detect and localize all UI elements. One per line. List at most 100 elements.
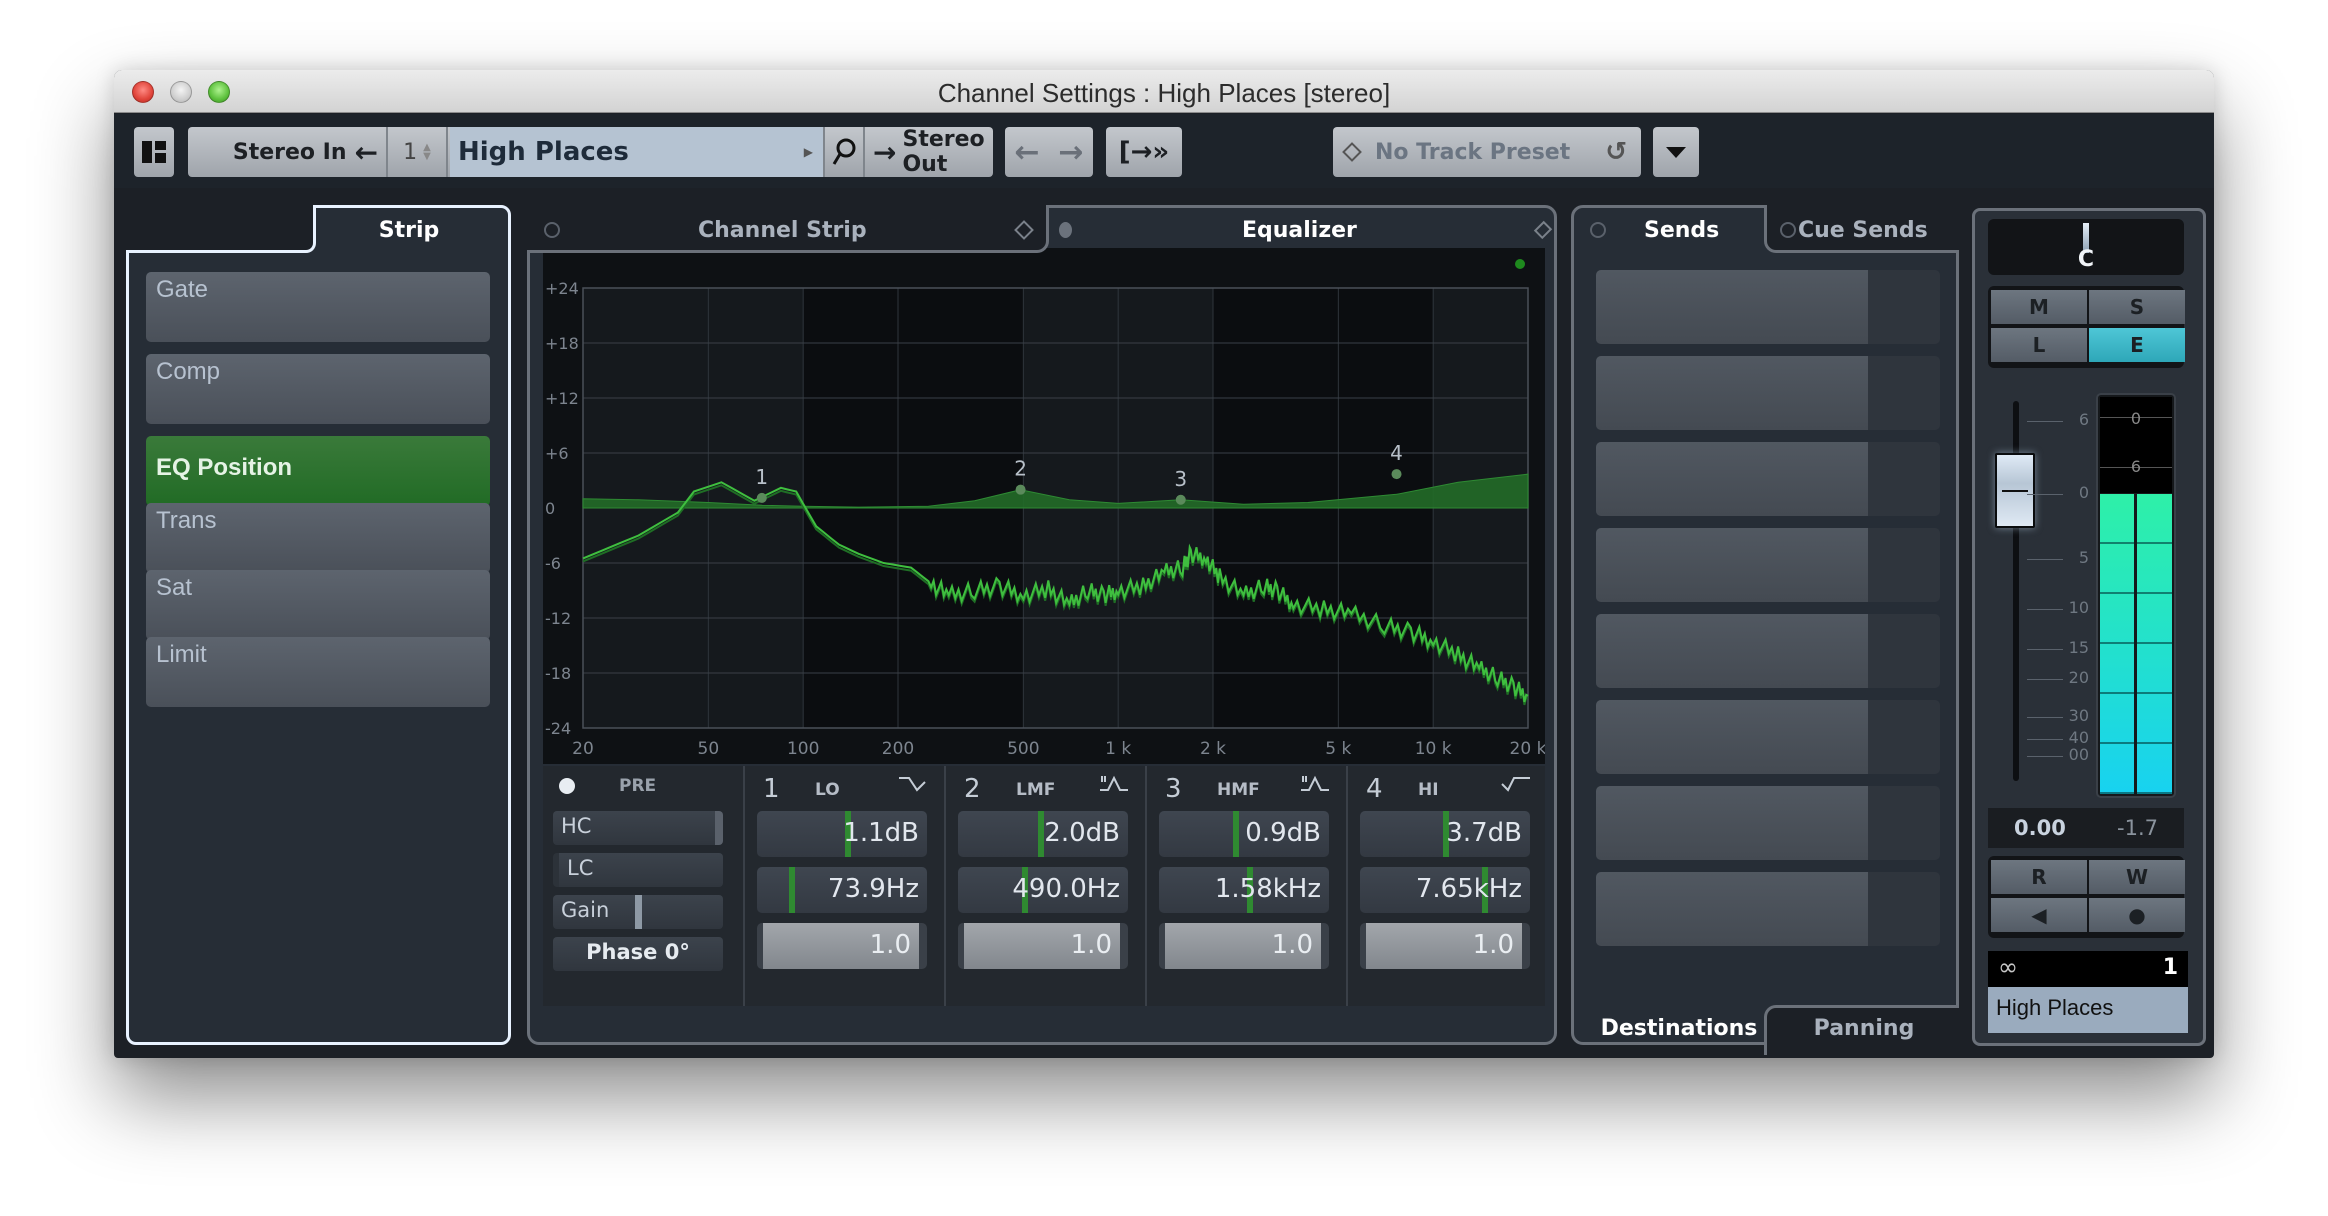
eq-point-label: 2 — [1014, 457, 1027, 481]
next-channel-button[interactable]: → — [1049, 135, 1093, 170]
pan-control[interactable]: C — [1988, 219, 2184, 275]
band-frequency-control[interactable]: 1.58kHz — [1159, 867, 1329, 913]
input-routing-selector[interactable]: Stereo In ← — [188, 127, 388, 177]
band-q-control[interactable]: 1.0 — [757, 923, 927, 969]
toolbar: Stereo In ← 1 ▲ ▼ High Places ▶ → Stereo … — [114, 114, 2214, 188]
link-icon[interactable]: ∞ — [1998, 953, 2018, 981]
edit-instrument-button[interactable]: [→» — [1106, 127, 1182, 177]
strip-slot-comp[interactable]: Comp — [146, 354, 490, 424]
preset-menu-button[interactable] — [1653, 127, 1699, 177]
bypass-sends-icon[interactable] — [1590, 222, 1606, 238]
low-cut-control[interactable]: LC — [553, 853, 723, 887]
send-slot[interactable] — [1596, 786, 1940, 860]
strip-slot-gate[interactable]: Gate — [146, 272, 490, 342]
send-slot[interactable] — [1596, 528, 1940, 602]
eq-point-label: 4 — [1390, 441, 1403, 465]
tab-equalizer[interactable]: Equalizer — [1059, 208, 1553, 252]
tab-panning[interactable]: Panning — [1769, 1008, 1959, 1048]
send-slot[interactable] — [1596, 270, 1940, 344]
activity-led — [1515, 259, 1525, 269]
eq-graph[interactable]: 20 50 100 200 500 1 k2 k5 k 10 k 20 k +24 +18 +12 +… — [543, 248, 1547, 764]
send-level-bar[interactable] — [1596, 700, 1868, 774]
band-q-control[interactable]: 1.0 — [958, 923, 1128, 969]
track-name-field[interactable]: High Places ▶ — [450, 127, 823, 177]
layout-toggle-button[interactable] — [134, 127, 174, 177]
level-meter: 0 6 — [2096, 393, 2176, 798]
send-level-bar[interactable] — [1596, 528, 1868, 602]
y-tick-label: +18 — [545, 334, 579, 353]
peak-value[interactable]: -1.7 — [2117, 816, 2158, 840]
x-tick-label: 200 — [882, 739, 914, 759]
phase-button[interactable]: Phase 0° — [553, 937, 723, 971]
fader-scale-tick — [2027, 679, 2063, 680]
pre-section: PRE HC LC Gain Phase 0° — [543, 766, 741, 1006]
pre-bypass-button[interactable] — [559, 778, 575, 794]
send-level-bar[interactable] — [1596, 872, 1868, 946]
search-button[interactable] — [823, 127, 865, 177]
volume-fader-handle[interactable] — [1995, 453, 2035, 528]
tab-strip[interactable]: Strip — [319, 208, 499, 252]
tab-cue-sends[interactable]: Cue Sends — [1780, 208, 1960, 252]
solo-button[interactable]: S — [2089, 290, 2185, 324]
send-level-bar[interactable] — [1596, 356, 1868, 430]
mute-button[interactable]: M — [1991, 290, 2087, 324]
band-q-control[interactable]: 1.0 — [1360, 923, 1530, 969]
tab-sends[interactable]: Sends — [1590, 208, 1760, 252]
edit-button[interactable]: E — [2089, 328, 2185, 362]
high-shelf-icon[interactable] — [1500, 774, 1532, 794]
write-automation-button[interactable]: W — [2089, 860, 2185, 894]
peak-filter-icon[interactable] — [1299, 774, 1331, 794]
reload-icon[interactable]: ↺ — [1605, 137, 1627, 167]
send-level-bar[interactable] — [1596, 442, 1868, 516]
diamond-icon[interactable] — [1013, 220, 1034, 240]
gain-slider-handle[interactable] — [635, 895, 642, 929]
listen-button[interactable]: L — [1991, 328, 2087, 362]
record-enable-button[interactable]: ● — [2089, 898, 2185, 932]
band-frequency-control[interactable]: 7.65kHz — [1360, 867, 1530, 913]
gain-control[interactable]: Gain — [553, 895, 723, 929]
strip-slot-sat[interactable]: Sat — [146, 570, 490, 640]
send-slot[interactable] — [1596, 700, 1940, 774]
eq-point-2 — [1015, 484, 1026, 495]
bypass-equalizer-icon[interactable] — [1059, 222, 1072, 238]
arrow-left-icon: ← — [1014, 134, 1040, 170]
band-gain-control[interactable]: 2.0dB — [958, 811, 1128, 857]
track-number-spinner[interactable]: 1 ▲ ▼ — [388, 127, 448, 177]
previous-channel-button[interactable]: ← — [1005, 135, 1049, 170]
channel-name-field[interactable]: High Places — [1988, 987, 2188, 1033]
strip-slot-eq-position[interactable]: EQ Position — [146, 436, 490, 506]
band-frequency-control[interactable]: 73.9Hz — [757, 867, 927, 913]
fader-scale-label: 5 — [2078, 548, 2089, 567]
tab-destinations[interactable]: Destinations — [1594, 1008, 1764, 1048]
band-gain-value: 2.0dB — [1044, 818, 1120, 848]
strip-slot-trans[interactable]: Trans — [146, 503, 490, 573]
output-routing-selector[interactable]: → Stereo Out — [867, 127, 993, 177]
track-preset-field[interactable]: No Track Preset ↺ — [1333, 127, 1641, 177]
band-gain-control[interactable]: 3.7dB — [1360, 811, 1530, 857]
bypass-channel-strip-icon[interactable] — [544, 222, 560, 238]
band-gain-control[interactable]: 0.9dB — [1159, 811, 1329, 857]
peak-filter-icon[interactable] — [1098, 774, 1130, 794]
eq-chart[interactable]: 20 50 100 200 500 1 k2 k5 k 10 k 20 k+24+18+12+… — [543, 248, 1547, 764]
band-gain-control[interactable]: 1.1dB — [757, 811, 927, 857]
x-tick-label: 5 k — [1325, 739, 1351, 759]
high-cut-control[interactable]: HC — [553, 811, 723, 845]
track-preset-label: No Track Preset — [1375, 139, 1571, 165]
read-automation-button[interactable]: R — [1991, 860, 2087, 894]
send-level-bar[interactable] — [1596, 786, 1868, 860]
band-q-control[interactable]: 1.0 — [1159, 923, 1329, 969]
tab-channel-strip[interactable]: Channel Strip — [544, 208, 1044, 252]
bypass-cue-sends-icon[interactable] — [1780, 222, 1796, 238]
send-level-bar[interactable] — [1596, 270, 1868, 344]
send-slot[interactable] — [1596, 614, 1940, 688]
fader-value[interactable]: 0.00 — [2014, 816, 2066, 840]
send-slot[interactable] — [1596, 872, 1940, 946]
low-shelf-icon[interactable] — [897, 774, 929, 794]
send-slot[interactable] — [1596, 442, 1940, 516]
y-tick-label: -12 — [545, 609, 571, 628]
strip-slot-limit[interactable]: Limit — [146, 637, 490, 707]
send-level-bar[interactable] — [1596, 614, 1868, 688]
send-slot[interactable] — [1596, 356, 1940, 430]
monitor-button[interactable]: ◀ — [1991, 898, 2087, 932]
band-frequency-control[interactable]: 490.0Hz — [958, 867, 1128, 913]
